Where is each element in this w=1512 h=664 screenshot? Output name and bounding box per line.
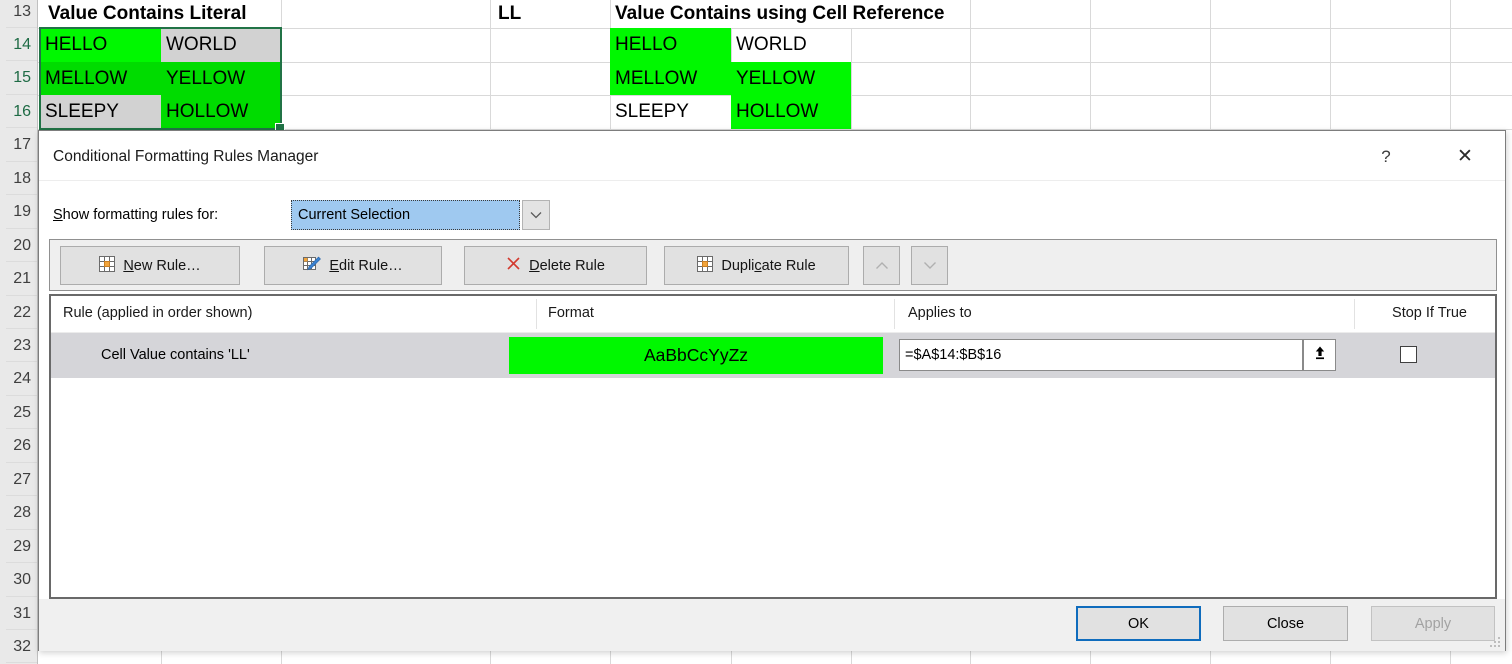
gridline bbox=[731, 651, 732, 664]
row-header-25[interactable]: 25 bbox=[6, 396, 37, 429]
cell-f14[interactable]: WORLD bbox=[731, 28, 851, 62]
row-header-31[interactable]: 31 bbox=[6, 597, 37, 630]
duplicate-rule-button[interactable]: Duplicate Rule bbox=[664, 246, 849, 285]
column-header-applies-to: Applies to bbox=[908, 305, 972, 321]
table-grid-icon bbox=[99, 256, 115, 276]
edit-rule-button[interactable]: Edit Rule… bbox=[264, 246, 442, 285]
title-divider bbox=[39, 180, 1505, 181]
apply-button[interactable]: Apply bbox=[1371, 606, 1495, 641]
gridline bbox=[161, 651, 162, 664]
column-header-rule: Rule (applied in order shown) bbox=[63, 305, 252, 321]
show-formatting-rules-label: Show formatting rules for: bbox=[53, 207, 218, 223]
gridline bbox=[970, 651, 971, 664]
gridline bbox=[1210, 651, 1211, 664]
gridline bbox=[1090, 0, 1091, 129]
cell-e15[interactable]: MELLOW bbox=[610, 62, 731, 95]
column-header-format: Format bbox=[548, 305, 594, 321]
excel-screen: 1314151617181920212223242526272829303132… bbox=[0, 0, 1512, 664]
row-header-24[interactable]: 24 bbox=[6, 362, 37, 395]
column-divider bbox=[536, 299, 537, 329]
resize-grip[interactable] bbox=[1489, 636, 1501, 648]
cell-e14[interactable]: HELLO bbox=[610, 28, 731, 62]
gridline bbox=[1330, 0, 1331, 129]
cell-f16[interactable]: HOLLOW bbox=[731, 95, 851, 129]
cell-d13-header[interactable]: LL bbox=[495, 0, 524, 28]
red-x-icon bbox=[506, 256, 521, 275]
gridline bbox=[1210, 0, 1211, 129]
new-rule-label: New Rule… bbox=[123, 258, 200, 274]
chevron-up-icon bbox=[875, 258, 889, 274]
format-preview: AaBbCcYyZz bbox=[509, 337, 883, 374]
gridline bbox=[281, 651, 282, 664]
row-header-21[interactable]: 21 bbox=[6, 262, 37, 295]
row-header-26[interactable]: 26 bbox=[6, 429, 37, 462]
gridline bbox=[1330, 651, 1331, 664]
column-header-stop-if-true: Stop If True bbox=[1392, 305, 1467, 321]
help-button[interactable]: ? bbox=[1372, 143, 1400, 171]
row-header-17[interactable]: 17 bbox=[6, 128, 37, 161]
rule-description: Cell Value contains 'LL' bbox=[101, 347, 250, 363]
row-header-20[interactable]: 20 bbox=[6, 229, 37, 262]
cell-f15[interactable]: YELLOW bbox=[731, 62, 851, 95]
dialog-title: Conditional Formatting Rules Manager bbox=[53, 148, 318, 166]
row-header-27[interactable]: 27 bbox=[6, 463, 37, 496]
cell-e13-header[interactable]: Value Contains using Cell Reference bbox=[612, 0, 947, 28]
gridline bbox=[610, 651, 611, 664]
row-header-23[interactable]: 23 bbox=[6, 329, 37, 362]
table-pencil-icon bbox=[303, 256, 321, 276]
row-header-28[interactable]: 28 bbox=[6, 496, 37, 529]
row-header-30[interactable]: 30 bbox=[6, 563, 37, 596]
gridline bbox=[490, 651, 491, 664]
gridline bbox=[851, 651, 852, 664]
row-header-19[interactable]: 19 bbox=[6, 195, 37, 228]
row-header-29[interactable]: 29 bbox=[6, 530, 37, 563]
rule-row-selected[interactable]: Cell Value contains 'LL' AaBbCcYyZz bbox=[51, 333, 1495, 378]
conditional-formatting-rules-manager-dialog: Conditional Formatting Rules Manager ? ✕… bbox=[38, 130, 1506, 651]
close-icon[interactable]: ✕ bbox=[1447, 142, 1483, 172]
row-header-15[interactable]: 15 bbox=[6, 61, 37, 94]
table-grid-icon bbox=[697, 256, 713, 276]
cell-e16[interactable]: SLEEPY bbox=[610, 95, 731, 129]
label-accel: S bbox=[53, 207, 63, 223]
stop-if-true-checkbox[interactable] bbox=[1400, 346, 1417, 363]
row-header-32[interactable]: 32 bbox=[6, 630, 37, 663]
edit-rule-label: Edit Rule… bbox=[329, 258, 402, 274]
new-rule-button[interactable]: New Rule… bbox=[60, 246, 240, 285]
scope-dropdown-button[interactable] bbox=[522, 200, 550, 230]
label-rest: how formatting rules for: bbox=[63, 207, 219, 223]
delete-rule-label: Delete Rule bbox=[529, 258, 605, 274]
row-header-22[interactable]: 22 bbox=[6, 296, 37, 329]
row-header-14[interactable]: 14 bbox=[6, 28, 37, 61]
close-button[interactable]: Close bbox=[1223, 606, 1348, 641]
rules-list: Rule (applied in order shown) Format App… bbox=[49, 294, 1497, 599]
dialog-footer: OK Close Apply bbox=[39, 599, 1505, 651]
gridline bbox=[1090, 651, 1091, 664]
collapse-range-icon bbox=[1312, 345, 1328, 365]
chevron-down-icon bbox=[530, 207, 542, 223]
chevron-down-icon bbox=[923, 258, 937, 274]
move-rule-up-button[interactable] bbox=[863, 246, 900, 285]
gridline bbox=[490, 0, 491, 129]
rules-toolbar: New Rule… Edit Rule… Delete Rule Duplica… bbox=[49, 239, 1497, 291]
column-divider bbox=[894, 299, 895, 329]
row-header-18[interactable]: 18 bbox=[6, 162, 37, 195]
scope-dropdown-value[interactable]: Current Selection bbox=[291, 200, 520, 230]
gridline bbox=[970, 0, 971, 129]
ok-button[interactable]: OK bbox=[1076, 606, 1201, 641]
duplicate-rule-label: Duplicate Rule bbox=[721, 258, 815, 274]
applies-to-input[interactable] bbox=[899, 339, 1303, 371]
move-rule-down-button[interactable] bbox=[911, 246, 948, 285]
cell-a13-header[interactable]: Value Contains Literal bbox=[45, 0, 250, 28]
scope-dropdown[interactable]: Current Selection bbox=[291, 200, 550, 230]
collapse-dialog-button[interactable] bbox=[1303, 339, 1336, 371]
delete-rule-button[interactable]: Delete Rule bbox=[464, 246, 647, 285]
row-header-13[interactable]: 13 bbox=[6, 0, 37, 28]
selection-border bbox=[39, 27, 282, 130]
column-divider bbox=[1354, 299, 1355, 329]
row-header-column: 1314151617181920212223242526272829303132 bbox=[0, 0, 38, 664]
gridline bbox=[1450, 651, 1451, 664]
gridline bbox=[1450, 0, 1451, 129]
row-header-16[interactable]: 16 bbox=[6, 95, 37, 128]
